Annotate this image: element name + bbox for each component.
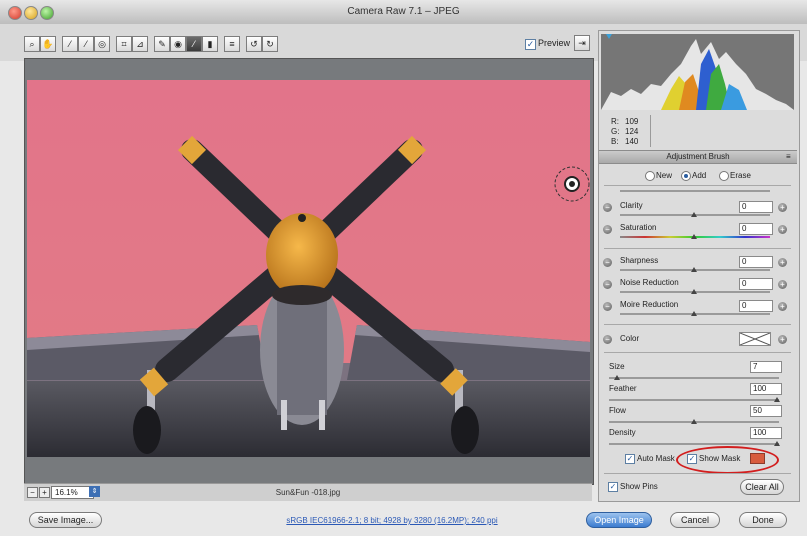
color-sampler-icon[interactable]: ⁄	[78, 36, 94, 52]
window-title: Camera Raw 7.1 – JPEG	[347, 6, 460, 17]
clarity-label: Clarity	[620, 201, 643, 210]
plus-icon[interactable]: +	[778, 280, 787, 289]
red-eye-icon[interactable]: ◉	[170, 36, 186, 52]
readout-divider	[650, 115, 651, 147]
minus-icon[interactable]: −	[603, 203, 612, 212]
sharpness-value[interactable]: 0	[739, 256, 773, 268]
image-filename: Sun&Fun -018.jpg	[275, 488, 341, 497]
minus-icon[interactable]: −	[603, 258, 612, 267]
clarity-value[interactable]: 0	[739, 201, 773, 213]
size-value[interactable]: 7	[750, 361, 782, 373]
show-pins-label: Show Pins	[620, 482, 658, 491]
save-image-button[interactable]: Save Image...	[29, 512, 102, 528]
flow-value[interactable]: 50	[750, 405, 782, 417]
minus-icon[interactable]: −	[603, 280, 612, 289]
size-label: Size	[609, 362, 625, 371]
rotate-cw-icon[interactable]: ↻	[262, 36, 278, 52]
workflow-options-link[interactable]: sRGB IEC61966-2.1; 8 bit; 4928 by 3280 (…	[230, 516, 554, 525]
noise-reduction-label: Noise Reduction	[620, 278, 679, 287]
separator	[604, 352, 791, 353]
g-label: G:	[611, 127, 620, 136]
mode-new-label: New	[656, 171, 673, 180]
density-slider-knob[interactable]	[774, 441, 780, 446]
straighten-icon[interactable]: ⊿	[132, 36, 148, 52]
g-value: 124	[625, 127, 639, 136]
sharpness-slider-knob[interactable]	[691, 267, 697, 272]
white-balance-icon[interactable]: ⁄	[62, 36, 78, 52]
noise-reduction-slider-knob[interactable]	[691, 289, 697, 294]
plus-icon[interactable]: +	[778, 203, 787, 212]
show-pins-checkbox[interactable]: ✓	[608, 482, 618, 492]
r-value: 109	[625, 117, 639, 126]
show-mask-highlight-ellipse	[676, 446, 779, 474]
feather-label: Feather	[609, 384, 637, 393]
clarity-slider-knob[interactable]	[691, 212, 697, 217]
density-label: Density	[609, 428, 636, 437]
fullscreen-icon[interactable]: ⇥	[574, 35, 590, 51]
brush-cursor-icon	[554, 166, 590, 202]
separator	[604, 473, 791, 474]
saturation-label: Saturation	[620, 223, 657, 232]
graduated-filter-icon[interactable]: ▮	[202, 36, 218, 52]
cancel-button[interactable]: Cancel	[670, 512, 720, 528]
hand-icon[interactable]: ✋	[40, 36, 56, 52]
r-label: R:	[611, 117, 619, 126]
moire-reduction-label: Moire Reduction	[620, 300, 679, 309]
color-label: Color	[620, 334, 640, 343]
mode-erase-label: Erase	[730, 171, 751, 180]
noise-reduction-value[interactable]: 0	[739, 278, 773, 290]
plus-icon[interactable]: +	[778, 302, 787, 311]
separator	[604, 248, 791, 249]
partial-slider-track[interactable]	[620, 190, 770, 192]
panel-title: Adjustment Brush	[599, 150, 797, 164]
plus-icon[interactable]: +	[778, 335, 787, 344]
feather-slider-knob[interactable]	[774, 397, 780, 402]
minus-icon[interactable]: −	[603, 225, 612, 234]
plus-icon[interactable]: +	[778, 258, 787, 267]
b-label: B:	[611, 137, 619, 146]
crop-icon[interactable]: ⌗	[116, 36, 132, 52]
sharpness-label: Sharpness	[620, 256, 659, 265]
flow-slider-knob[interactable]	[691, 419, 697, 424]
saturation-slider-knob[interactable]	[691, 234, 697, 239]
feather-slider[interactable]	[609, 399, 779, 401]
size-slider[interactable]	[609, 377, 779, 379]
minus-icon[interactable]: −	[603, 335, 612, 344]
zoom-icon[interactable]: ⌕	[24, 36, 40, 52]
preview-label: Preview	[538, 38, 571, 48]
feather-value[interactable]: 100	[750, 383, 782, 395]
auto-mask-label: Auto Mask	[637, 454, 675, 463]
photo-preview[interactable]	[27, 80, 590, 457]
done-button[interactable]: Done	[739, 512, 787, 528]
panel-menu-icon[interactable]: ≡	[786, 152, 791, 161]
plus-icon[interactable]: +	[778, 225, 787, 234]
target-adjust-icon[interactable]: ◎	[94, 36, 110, 52]
b-value: 140	[625, 137, 639, 146]
moire-reduction-slider-knob[interactable]	[691, 311, 697, 316]
mode-erase-radio[interactable]	[719, 171, 729, 181]
auto-mask-checkbox[interactable]: ✓	[625, 454, 635, 464]
histogram	[601, 34, 794, 110]
rotate-ccw-icon[interactable]: ↺	[246, 36, 262, 52]
saturation-value[interactable]: 0	[739, 223, 773, 235]
mode-new-radio[interactable]	[645, 171, 655, 181]
moire-reduction-value[interactable]: 0	[739, 300, 773, 312]
preview-checkbox[interactable]: ✓	[525, 39, 536, 50]
density-value[interactable]: 100	[750, 427, 782, 439]
adjustment-brush-icon[interactable]: ⁄	[186, 36, 202, 52]
open-image-button[interactable]: Open Image	[586, 512, 652, 528]
mode-add-radio[interactable]	[681, 171, 691, 181]
density-slider[interactable]	[609, 443, 779, 445]
mode-add-label: Add	[692, 171, 707, 180]
separator	[604, 185, 791, 186]
clear-all-button[interactable]: Clear All	[740, 479, 784, 495]
flow-label: Flow	[609, 406, 626, 415]
spot-removal-icon[interactable]: ✎	[154, 36, 170, 52]
separator	[604, 324, 791, 325]
size-slider-knob[interactable]	[614, 375, 620, 380]
color-swatch-none[interactable]	[739, 332, 771, 346]
minus-icon[interactable]: −	[603, 302, 612, 311]
preferences-icon[interactable]: ≡	[224, 36, 240, 52]
